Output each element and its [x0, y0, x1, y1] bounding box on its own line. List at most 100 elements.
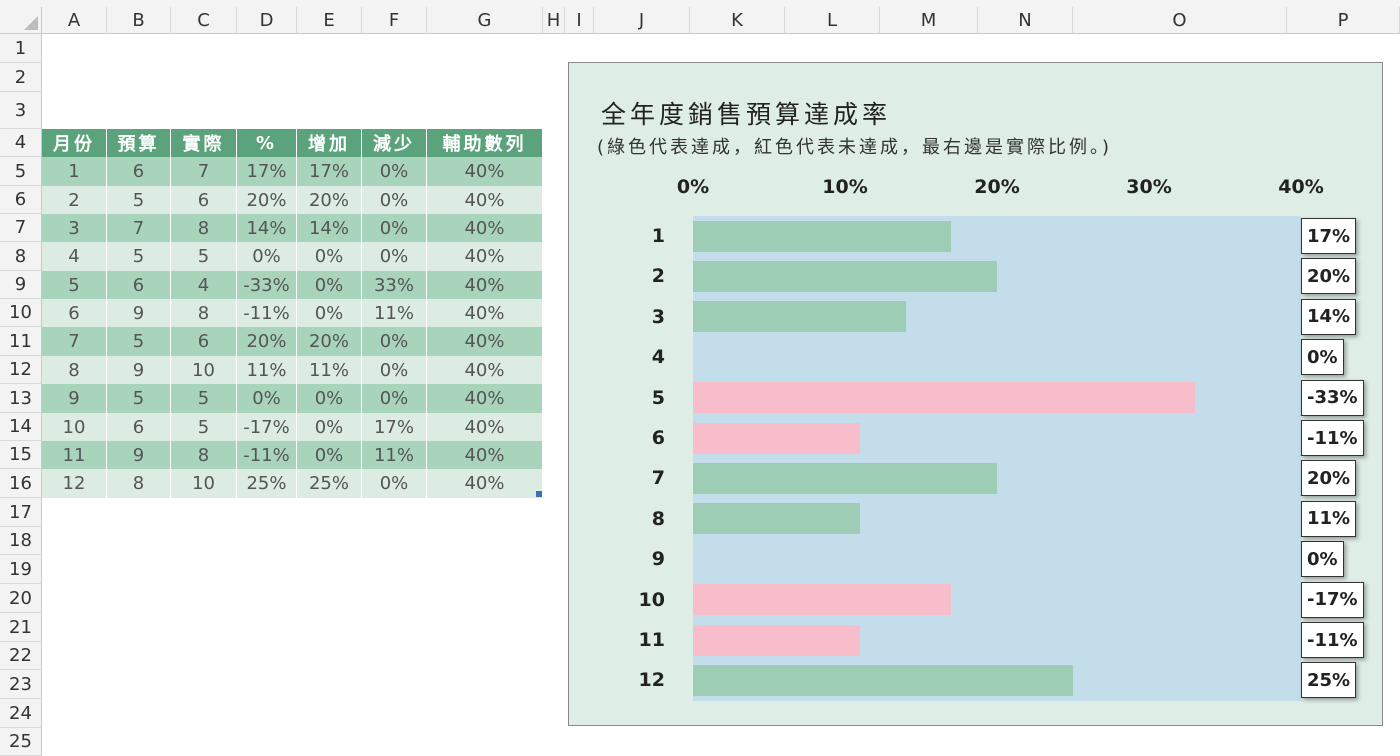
row-header-1[interactable]: 1 — [0, 34, 42, 63]
table-cell[interactable]: 0% — [297, 242, 362, 271]
table-cell[interactable]: 25% — [297, 469, 362, 498]
table-cell[interactable]: 0% — [362, 327, 427, 356]
table-cell[interactable]: 8 — [171, 299, 237, 327]
table-cell[interactable]: 12 — [42, 469, 107, 498]
table-cell[interactable]: 0% — [237, 242, 297, 271]
row-header-12[interactable]: 12 — [0, 356, 42, 384]
table-cell[interactable]: 40% — [427, 157, 543, 186]
data-label[interactable]: 17% — [1301, 218, 1357, 254]
table-cell[interactable]: 14% — [297, 214, 362, 242]
data-label[interactable]: -33% — [1301, 379, 1364, 416]
data-label[interactable]: 0% — [1301, 339, 1344, 376]
table-cell[interactable]: 5 — [107, 186, 171, 214]
table-resize-handle[interactable] — [536, 491, 542, 497]
table-cell[interactable]: 40% — [427, 413, 543, 441]
table-cell[interactable]: 0% — [362, 469, 427, 498]
table-cell[interactable]: 11% — [297, 356, 362, 384]
table-cell[interactable]: -33% — [237, 271, 297, 299]
table-cell[interactable]: 40% — [427, 271, 543, 299]
table-cell[interactable]: 0% — [297, 384, 362, 413]
table-cell[interactable]: 7 — [107, 214, 171, 242]
row-header-14[interactable]: 14 — [0, 413, 42, 441]
row-header-2[interactable]: 2 — [0, 63, 42, 92]
table-cell[interactable]: 20% — [237, 186, 297, 214]
table-cell[interactable]: 20% — [297, 186, 362, 214]
table-cell[interactable]: 5 — [171, 384, 237, 413]
table-cell[interactable]: -11% — [237, 299, 297, 327]
table-cell[interactable]: 40% — [427, 299, 543, 327]
table-cell[interactable]: 5 — [107, 242, 171, 271]
column-header-P[interactable]: P — [1287, 7, 1400, 34]
row-header-15[interactable]: 15 — [0, 441, 42, 469]
table-cell[interactable]: 0% — [297, 299, 362, 327]
table-cell[interactable]: 0% — [362, 356, 427, 384]
table-cell[interactable]: 5 — [107, 327, 171, 356]
row-header-21[interactable]: 21 — [0, 613, 42, 642]
column-header-K[interactable]: K — [690, 7, 785, 34]
table-cell[interactable]: 20% — [297, 327, 362, 356]
table-cell[interactable]: 8 — [171, 214, 237, 242]
row-header-3[interactable]: 3 — [0, 92, 42, 129]
column-header-E[interactable]: E — [297, 7, 362, 34]
data-label[interactable]: 25% — [1301, 662, 1357, 699]
column-header-O[interactable]: O — [1073, 7, 1287, 34]
row-header-25[interactable]: 25 — [0, 728, 42, 756]
data-label[interactable]: 20% — [1301, 258, 1357, 295]
table-cell[interactable]: 9 — [107, 441, 171, 469]
table-cell[interactable]: 40% — [427, 327, 543, 356]
data-label[interactable]: 14% — [1301, 298, 1357, 335]
table-cell[interactable]: 8 — [42, 356, 107, 384]
table-cell[interactable]: 40% — [427, 214, 543, 242]
table-cell[interactable]: 11% — [362, 299, 427, 327]
row-header-10[interactable]: 10 — [0, 299, 42, 327]
data-label[interactable]: 20% — [1301, 460, 1357, 497]
column-header-H[interactable]: H — [543, 7, 565, 34]
table-cell[interactable]: 33% — [362, 271, 427, 299]
column-header-C[interactable]: C — [171, 7, 237, 34]
table-cell[interactable]: 6 — [171, 186, 237, 214]
table-cell[interactable]: 4 — [171, 271, 237, 299]
row-header-7[interactable]: 7 — [0, 214, 42, 242]
table-cell[interactable]: 5 — [171, 413, 237, 441]
table-cell[interactable]: 7 — [171, 157, 237, 186]
row-header-4[interactable]: 4 — [0, 129, 42, 157]
column-header-N[interactable]: N — [978, 7, 1073, 34]
row-header-11[interactable]: 11 — [0, 327, 42, 356]
table-cell[interactable]: 0% — [297, 413, 362, 441]
table-cell[interactable]: 6 — [107, 413, 171, 441]
table-cell[interactable]: 0% — [362, 384, 427, 413]
table-cell[interactable]: 10 — [42, 413, 107, 441]
table-cell[interactable]: 14% — [237, 214, 297, 242]
table-cell[interactable]: 6 — [107, 157, 171, 186]
column-header-A[interactable]: A — [42, 7, 107, 34]
table-cell[interactable]: 1 — [42, 157, 107, 186]
table-cell[interactable]: 0% — [362, 242, 427, 271]
row-header-20[interactable]: 20 — [0, 584, 42, 613]
row-header-19[interactable]: 19 — [0, 555, 42, 584]
row-header-22[interactable]: 22 — [0, 642, 42, 670]
select-all-corner[interactable] — [0, 7, 42, 34]
data-label[interactable]: 0% — [1301, 541, 1344, 578]
column-header-L[interactable]: L — [785, 7, 880, 34]
data-label[interactable]: -11% — [1301, 622, 1364, 658]
table-cell[interactable]: 25% — [237, 469, 297, 498]
table-cell[interactable]: 9 — [107, 299, 171, 327]
table-cell[interactable]: 40% — [427, 356, 543, 384]
row-header-23[interactable]: 23 — [0, 670, 42, 699]
table-cell[interactable]: 10 — [171, 356, 237, 384]
table-cell[interactable]: 8 — [107, 469, 171, 498]
table-cell[interactable]: 6 — [107, 271, 171, 299]
table-cell[interactable]: 0% — [297, 441, 362, 469]
table-cell[interactable]: 11 — [42, 441, 107, 469]
column-header-I[interactable]: I — [565, 7, 594, 34]
row-header-16[interactable]: 16 — [0, 469, 42, 498]
table-cell[interactable]: 20% — [237, 327, 297, 356]
table-cell[interactable]: 17% — [362, 413, 427, 441]
column-header-F[interactable]: F — [362, 7, 427, 34]
table-cell[interactable]: 40% — [427, 469, 543, 498]
table-cell[interactable]: 2 — [42, 186, 107, 214]
row-header-17[interactable]: 17 — [0, 498, 42, 527]
table-cell[interactable]: 40% — [427, 441, 543, 469]
table-cell[interactable]: 0% — [237, 384, 297, 413]
table-cell[interactable]: 10 — [171, 469, 237, 498]
